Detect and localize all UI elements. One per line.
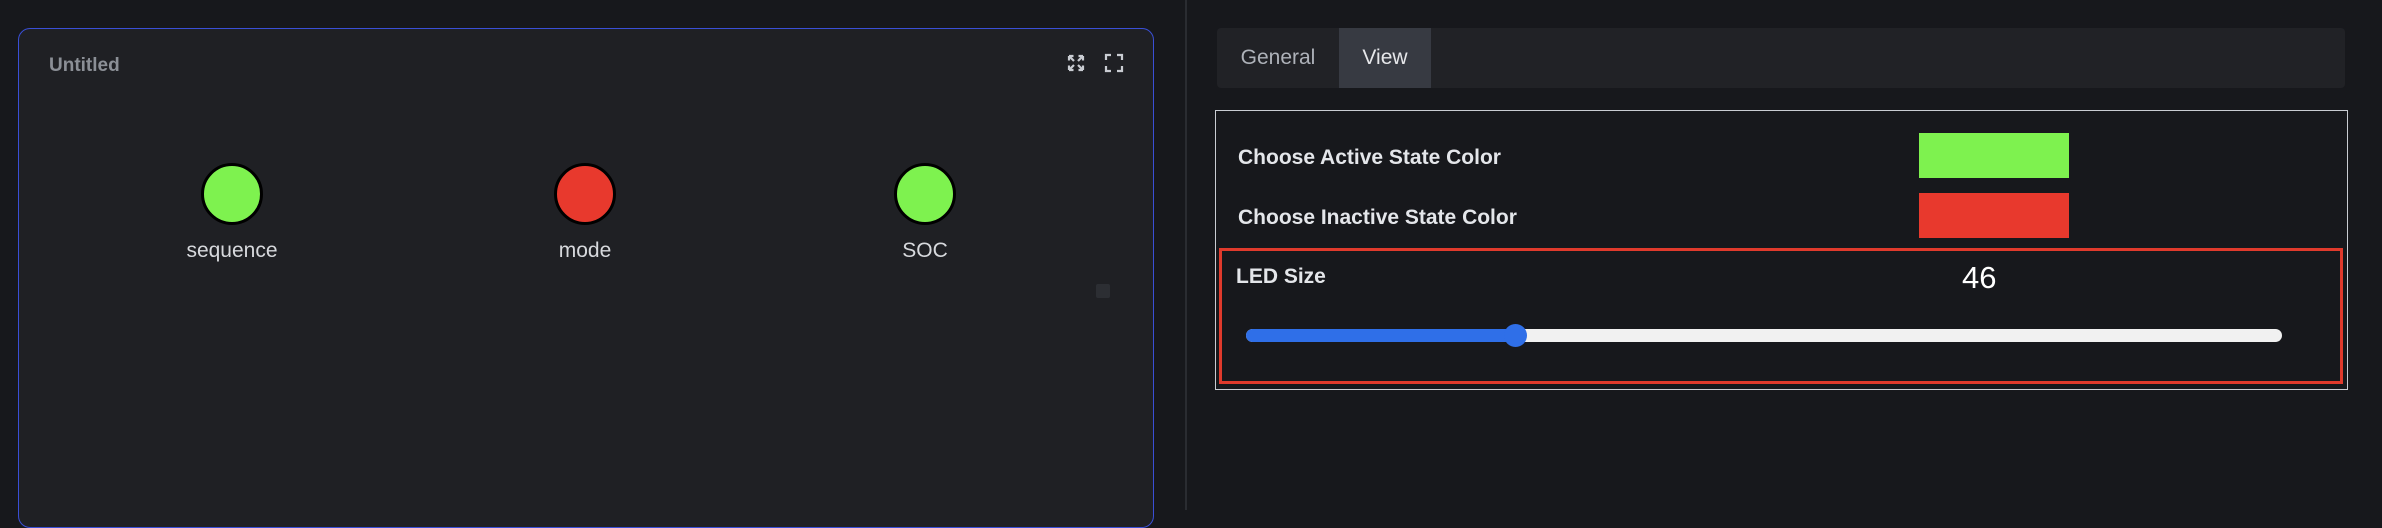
active-color-picker[interactable] — [1919, 133, 2069, 178]
led-size-label: LED Size — [1236, 265, 1326, 288]
led-label: sequence — [186, 239, 278, 262]
led-indicator — [201, 163, 263, 225]
led-size-value: 46 — [1962, 260, 1997, 295]
widget-title: Untitled — [49, 55, 120, 76]
tab-view[interactable]: View — [1339, 28, 1431, 88]
dashboard-canvas: Untitled sequence mode SOC — [0, 0, 1185, 528]
led-widget[interactable]: Untitled sequence mode SOC — [18, 28, 1154, 528]
led-item-mode: mode — [485, 163, 685, 263]
led-indicator — [554, 163, 616, 225]
led-indicator — [894, 163, 956, 225]
tab-bar: General View — [1217, 28, 2345, 88]
active-color-label: Choose Active State Color — [1238, 146, 1501, 169]
fullscreen-icon[interactable] — [1104, 53, 1124, 73]
led-item-sequence: sequence — [132, 163, 332, 263]
led-label: mode — [558, 239, 612, 262]
expand-arrows-icon[interactable] — [1066, 53, 1086, 73]
slider-thumb[interactable] — [1504, 324, 1528, 347]
resize-handle[interactable] — [1096, 284, 1110, 298]
slider-fill — [1246, 329, 1516, 342]
inactive-color-label: Choose Inactive State Color — [1238, 206, 1517, 229]
view-settings-form: Choose Active State Color Choose Inactiv… — [1215, 110, 2348, 390]
led-item-soc: SOC — [825, 163, 1025, 263]
led-size-slider[interactable] — [1246, 324, 2282, 347]
led-size-section: LED Size 46 — [1219, 248, 2343, 384]
inactive-color-picker[interactable] — [1919, 193, 2069, 238]
settings-panel: General View Choose Active State Color C… — [1187, 0, 2382, 510]
led-label: SOC — [902, 239, 948, 262]
tab-general[interactable]: General — [1217, 28, 1339, 88]
